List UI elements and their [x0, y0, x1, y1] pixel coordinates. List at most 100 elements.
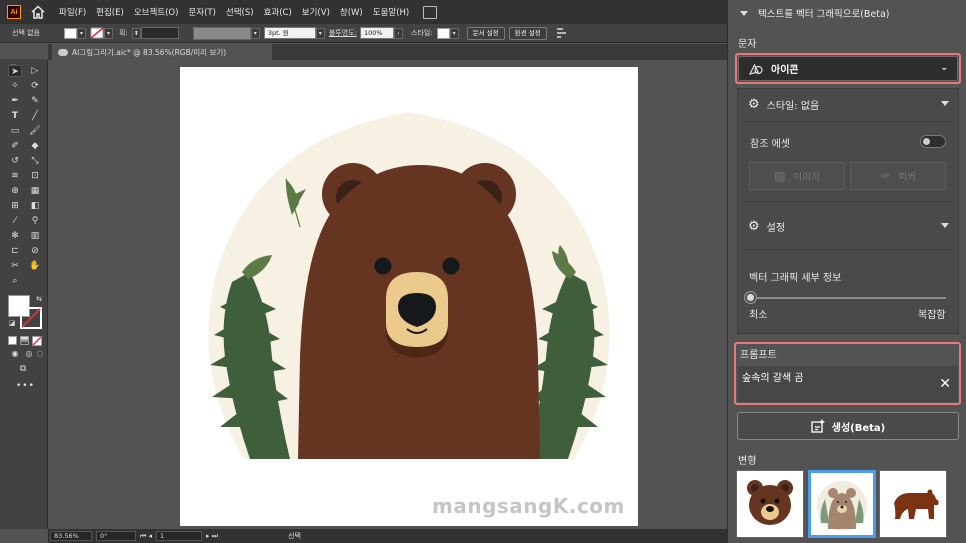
stroke-weight-stepper[interactable]: ⬍ — [131, 27, 141, 39]
arrange-documents-icon[interactable] — [423, 5, 438, 19]
artboard[interactable] — [180, 67, 638, 526]
stroke-weight-field[interactable] — [140, 27, 179, 39]
column-graph-tool-icon[interactable]: ▥ — [28, 230, 42, 242]
eyedropper-tool-icon[interactable]: ⁄ — [8, 215, 22, 227]
reference-asset-label: 참조 에셋 — [750, 139, 790, 150]
variable-width-profile[interactable] — [192, 26, 251, 40]
opacity-label[interactable]: 불투명도: — [329, 28, 357, 38]
detail-slider-thumb[interactable] — [745, 292, 756, 303]
zoom-tool-icon[interactable]: ⌕ — [8, 275, 22, 287]
edit-toolbar-icon[interactable]: ••• — [16, 380, 34, 392]
knife-tool-icon[interactable]: ✂ — [8, 260, 22, 272]
artboard-nav-next-icon[interactable]: ▸ ⏭ — [206, 532, 218, 541]
lasso-tool-icon[interactable]: ⟳ — [28, 80, 42, 92]
magic-wand-tool-icon[interactable]: ✧ — [8, 80, 22, 92]
shaper-tool-icon[interactable]: ✐ — [8, 140, 22, 152]
screen-mode-icon[interactable]: ⧉ — [16, 363, 30, 375]
preferences-button[interactable]: 환경 설정 — [508, 26, 547, 40]
line-tool-icon[interactable]: ╱ — [28, 110, 42, 122]
collapse-chevron-icon[interactable] — [740, 10, 748, 16]
default-colors-icon[interactable]: ◪ — [5, 317, 19, 329]
detail-slider-track[interactable] — [748, 297, 946, 299]
shape-builder-tool-icon[interactable]: ⊕ — [8, 185, 22, 197]
canvas-area[interactable]: mangsangK.com — [48, 60, 727, 529]
bear-illustration[interactable] — [180, 67, 638, 526]
draw-normal-icon[interactable]: ◉ — [8, 348, 22, 360]
opacity-field[interactable]: 100% — [359, 27, 394, 39]
settings-section-header[interactable]: ⚙ 설정 — [738, 211, 958, 241]
tools-panel: ▸▸ ➤ ▷ ✧ ⟳ ✒ ✎ T ╱ ▭ 🖌 ✐ ◆ ↺ ⤡ ≋ ⊡ ⊕ ▦ ⊞… — [0, 59, 48, 529]
menu-edit[interactable]: 편집(E) — [96, 6, 124, 18]
rotation-field[interactable]: 0° — [96, 531, 136, 541]
style-section-header[interactable]: ⚙ 스타일: 없음 — [738, 89, 958, 119]
width-tool-icon[interactable]: ≋ — [8, 170, 22, 182]
free-transform-tool-icon[interactable]: ⊡ — [28, 170, 42, 182]
menu-window[interactable]: 창(W) — [340, 6, 363, 18]
menu-help[interactable]: 도움말(H) — [373, 6, 409, 18]
rectangle-tool-icon[interactable]: ▭ — [8, 125, 22, 137]
hand-tool-icon[interactable]: ✋ — [28, 260, 42, 272]
rotate-tool-icon[interactable]: ↺ — [8, 155, 22, 167]
artboard-index-field[interactable]: 1 — [156, 531, 203, 541]
opacity-dropdown[interactable]: › — [393, 27, 403, 39]
home-icon[interactable] — [31, 5, 45, 19]
divider — [744, 249, 952, 250]
graphic-style-dropdown[interactable]: ▾ — [449, 27, 459, 39]
color-mode-gradient-icon[interactable] — [20, 336, 29, 345]
menu-effect[interactable]: 효과(C) — [264, 6, 292, 18]
menu-view[interactable]: 보기(V) — [302, 6, 330, 18]
gradient-tool-icon[interactable]: ◧ — [28, 200, 42, 212]
pen-tool-icon[interactable]: ✒ — [8, 95, 22, 107]
picker-button[interactable]: ✑ 피커 — [850, 162, 946, 190]
menu-type[interactable]: 문자(T) — [188, 6, 215, 18]
generate-button[interactable]: 생성(Beta) — [737, 412, 959, 440]
color-mode-none-icon[interactable] — [32, 336, 42, 346]
profile-dropdown[interactable]: ▾ — [250, 27, 260, 39]
panel-header[interactable]: 텍스트를 벡터 그래픽으로(Beta) — [728, 0, 966, 26]
curvature-tool-icon[interactable]: ✎ — [28, 95, 42, 107]
document-setup-button[interactable]: 문서 설정 — [466, 26, 505, 40]
settings-expand-icon[interactable] — [941, 223, 949, 228]
menu-file[interactable]: 파일(F) — [59, 6, 86, 18]
image-button[interactable]: ▨ 이미지 — [749, 162, 845, 190]
gear-icon: ⚙ — [748, 218, 760, 234]
mesh-tool-icon[interactable]: ⊞ — [8, 200, 22, 212]
direct-selection-tool-icon[interactable]: ▷ — [28, 65, 42, 77]
stroke-dropdown[interactable]: ▾ — [104, 27, 113, 39]
paintbrush-tool-icon[interactable]: 🖌 — [28, 125, 42, 137]
style-expand-icon[interactable] — [941, 101, 949, 106]
fill-dropdown[interactable]: ▾ — [77, 27, 86, 39]
variant-walking-bear-icon — [894, 489, 939, 519]
color-mode-solid-icon[interactable] — [8, 336, 17, 345]
symbol-sprayer-tool-icon[interactable]: ✻ — [8, 230, 22, 242]
arrange-icon[interactable] — [555, 27, 569, 39]
menu-object[interactable]: 오브젝트(O) — [134, 6, 179, 18]
artboard-tool-icon[interactable]: ⊏ — [8, 245, 22, 257]
document-tab[interactable]: AI그림그리기.aic* @ 83.56%(RGB/미리 보기) — [52, 44, 272, 60]
variant-bear-face-icon — [747, 480, 793, 525]
perspective-grid-tool-icon[interactable]: ▦ — [28, 185, 42, 197]
slice-tool-icon[interactable]: ⊘ — [28, 245, 42, 257]
illustrator-window: Ai 파일(F) 편집(E) 오브젝트(O) 문자(T) 선택(S) 효과(C)… — [0, 0, 966, 543]
variant-3[interactable] — [879, 470, 947, 538]
eraser-tool-icon[interactable]: ◆ — [28, 140, 42, 152]
graphic-style-swatch[interactable] — [436, 27, 450, 39]
zoom-level-field[interactable]: 83.56% — [50, 531, 92, 541]
fill-swatch[interactable] — [64, 27, 77, 39]
swap-colors-icon[interactable]: ⇆ — [32, 293, 46, 305]
selection-tool-icon[interactable]: ➤ — [8, 65, 22, 77]
variant-1[interactable] — [736, 470, 804, 538]
blend-tool-icon[interactable]: ⚲ — [28, 215, 42, 227]
type-tool-icon[interactable]: T — [8, 110, 22, 122]
menu-select[interactable]: 선택(S) — [226, 6, 254, 18]
brush-definition-field[interactable]: 3pt. 원 — [263, 27, 316, 39]
variant-2[interactable] — [808, 470, 876, 538]
artboard-nav-prev-icon[interactable]: ⏮ ◂ — [140, 532, 152, 541]
stroke-color-swatch-icon[interactable] — [20, 307, 42, 329]
current-tool-label: 선택 — [288, 532, 301, 540]
scale-tool-icon[interactable]: ⤡ — [28, 155, 42, 167]
stroke-swatch-icon[interactable] — [90, 27, 104, 39]
draw-inside-icon[interactable]: ◌ — [33, 348, 47, 360]
reference-asset-toggle[interactable] — [920, 135, 946, 148]
brush-dropdown[interactable]: ▾ — [315, 27, 325, 39]
